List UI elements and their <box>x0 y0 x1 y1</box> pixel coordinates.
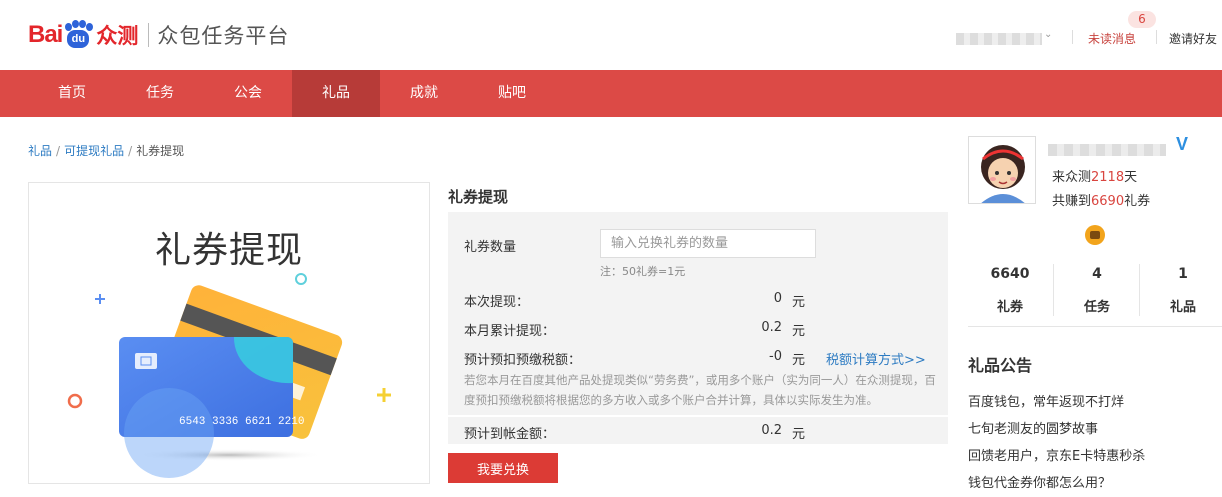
nav-gifts[interactable]: 礼品 <box>292 70 380 117</box>
breadcrumb-withdrawable-gifts[interactable]: 可提现礼品 <box>64 144 124 158</box>
tax-description: 若您本月在百度其他产品处提现类似“劳务费”，或用多个账户（实为同一人）在众测提现… <box>464 373 936 407</box>
stat-label: 礼券 <box>996 300 1023 315</box>
nav-achievements[interactable]: 成就 <box>380 70 468 117</box>
card-number: 6543 3336 6621 2210 <box>179 416 304 428</box>
currency-unit: 元 <box>792 295 806 310</box>
sidebar-divider <box>968 326 1222 327</box>
exchange-button[interactable]: 我要兑换 <box>448 453 558 483</box>
total-earned: 共赚到6690礼券 <box>1052 190 1150 209</box>
tax-label: 预计预扣预缴税额： <box>464 353 582 368</box>
platform-title: 众包任务平台 <box>157 24 290 48</box>
top-header: Bai du 众测 众包任务平台 ⌄ 未读消息 6 邀请好友 <box>0 0 1222 70</box>
total-earned-suffix: 礼券 <box>1124 194 1151 209</box>
deco-circle-icon <box>295 273 307 285</box>
member-days-prefix: 来众测 <box>1052 170 1092 185</box>
member-days-suffix: 天 <box>1124 170 1138 185</box>
hero-title: 礼券提现 <box>154 230 303 271</box>
quantity-label: 礼券数量 <box>464 240 517 255</box>
member-days: 来众测2118天 <box>1052 166 1137 185</box>
monthly-total-label: 本月累计提现： <box>464 324 556 339</box>
logo-du-text: du <box>67 30 90 48</box>
stat-divider <box>1053 264 1054 316</box>
unread-messages-link[interactable]: 未读消息 <box>1088 30 1136 47</box>
nav-tasks[interactable]: 任务 <box>116 70 204 117</box>
stat-tasks[interactable]: 4 任务 <box>1057 266 1137 315</box>
tax-value: -0 <box>769 349 782 364</box>
announcement-item[interactable]: 百度钱包，常年返现不打烊 <box>968 391 1124 410</box>
main-nav: 首页 任务 公会 礼品 成就 贴吧 <box>0 70 1222 117</box>
currency-unit: 元 <box>792 353 806 368</box>
hero-illustration: 6543 3336 6621 2210 礼券提现 <box>28 182 430 484</box>
total-earned-prefix: 共赚到 <box>1052 194 1092 209</box>
monthly-total-value: 0.2 <box>761 320 782 335</box>
stat-label: 任务 <box>1083 300 1110 315</box>
baidu-paw-icon: du <box>63 20 94 50</box>
arrival-amount-label: 预计到帐金额： <box>464 427 556 442</box>
breadcrumb-current: 礼券提现 <box>136 144 185 158</box>
username-blurred[interactable] <box>956 33 1042 45</box>
current-withdraw-value: 0 <box>773 291 782 306</box>
nav-home[interactable]: 首页 <box>28 70 116 117</box>
verified-badge-icon: V <box>1176 134 1189 154</box>
announcement-item[interactable]: 回馈老用户，京东E卡特惠秒杀 <box>968 445 1145 464</box>
arrival-amount-value: 0.2 <box>761 423 782 438</box>
member-days-value: 2118 <box>1091 170 1125 185</box>
tax-calculation-link[interactable]: 税额计算方式>> <box>826 349 926 368</box>
nav-tieba[interactable]: 贴吧 <box>468 70 556 117</box>
deco-circle-icon <box>67 393 83 409</box>
breadcrumb: 礼品 / 可提现礼品 / 礼券提现 <box>28 142 184 159</box>
stat-number: 4 <box>1092 266 1102 282</box>
deco-plus-icon <box>377 388 391 402</box>
breadcrumb-gifts[interactable]: 礼品 <box>28 144 52 158</box>
nav-guild[interactable]: 公会 <box>204 70 292 117</box>
avatar-illustration <box>969 137 1035 203</box>
baidu-zhongce-logo[interactable]: Bai du 众测 众包任务平台 <box>28 20 289 50</box>
header-divider <box>1072 30 1073 44</box>
logo-separator <box>148 23 150 47</box>
stat-label: 礼品 <box>1169 300 1196 315</box>
header-divider <box>1156 30 1157 44</box>
chevron-down-icon[interactable]: ⌄ <box>1044 29 1052 40</box>
withdraw-form-panel: 礼券数量 注：50礼券=1元 本次提现： 0 元 本月累计提现： 0.2 元 预… <box>448 212 948 444</box>
stat-divider <box>1139 264 1140 316</box>
username-blurred[interactable] <box>1048 144 1166 156</box>
invite-friends-link[interactable]: 邀请好友 <box>1169 30 1217 47</box>
stat-number: 6640 <box>990 266 1030 282</box>
breadcrumb-separator: / <box>56 144 61 158</box>
exchange-rate-note: 注：50礼券=1元 <box>600 265 686 278</box>
current-withdraw-label: 本次提现： <box>464 295 530 310</box>
announcement-item[interactable]: 七旬老测友的圆梦故事 <box>968 418 1098 437</box>
medal-icon[interactable] <box>1085 225 1105 245</box>
announcement-item[interactable]: 钱包代金券你都怎么用？ <box>968 472 1111 491</box>
form-divider <box>448 415 948 417</box>
quantity-input[interactable] <box>600 229 816 258</box>
currency-unit: 元 <box>792 324 806 339</box>
deco-plus-icon <box>95 294 105 304</box>
announcements-title: 礼品公告 <box>968 356 1033 375</box>
stat-vouchers[interactable]: 6640 礼券 <box>970 266 1050 315</box>
stat-gifts[interactable]: 1 礼品 <box>1143 266 1222 315</box>
breadcrumb-separator: / <box>128 144 133 158</box>
currency-unit: 元 <box>792 427 806 442</box>
logo-zhongce-text: 众测 <box>96 24 139 48</box>
avatar[interactable] <box>968 136 1036 204</box>
total-earned-value: 6690 <box>1091 194 1125 209</box>
unread-count-badge: 6 <box>1128 11 1156 28</box>
logo-bai-text: Bai <box>28 21 63 48</box>
section-title: 礼券提现 <box>448 188 509 206</box>
stat-number: 1 <box>1178 266 1188 282</box>
